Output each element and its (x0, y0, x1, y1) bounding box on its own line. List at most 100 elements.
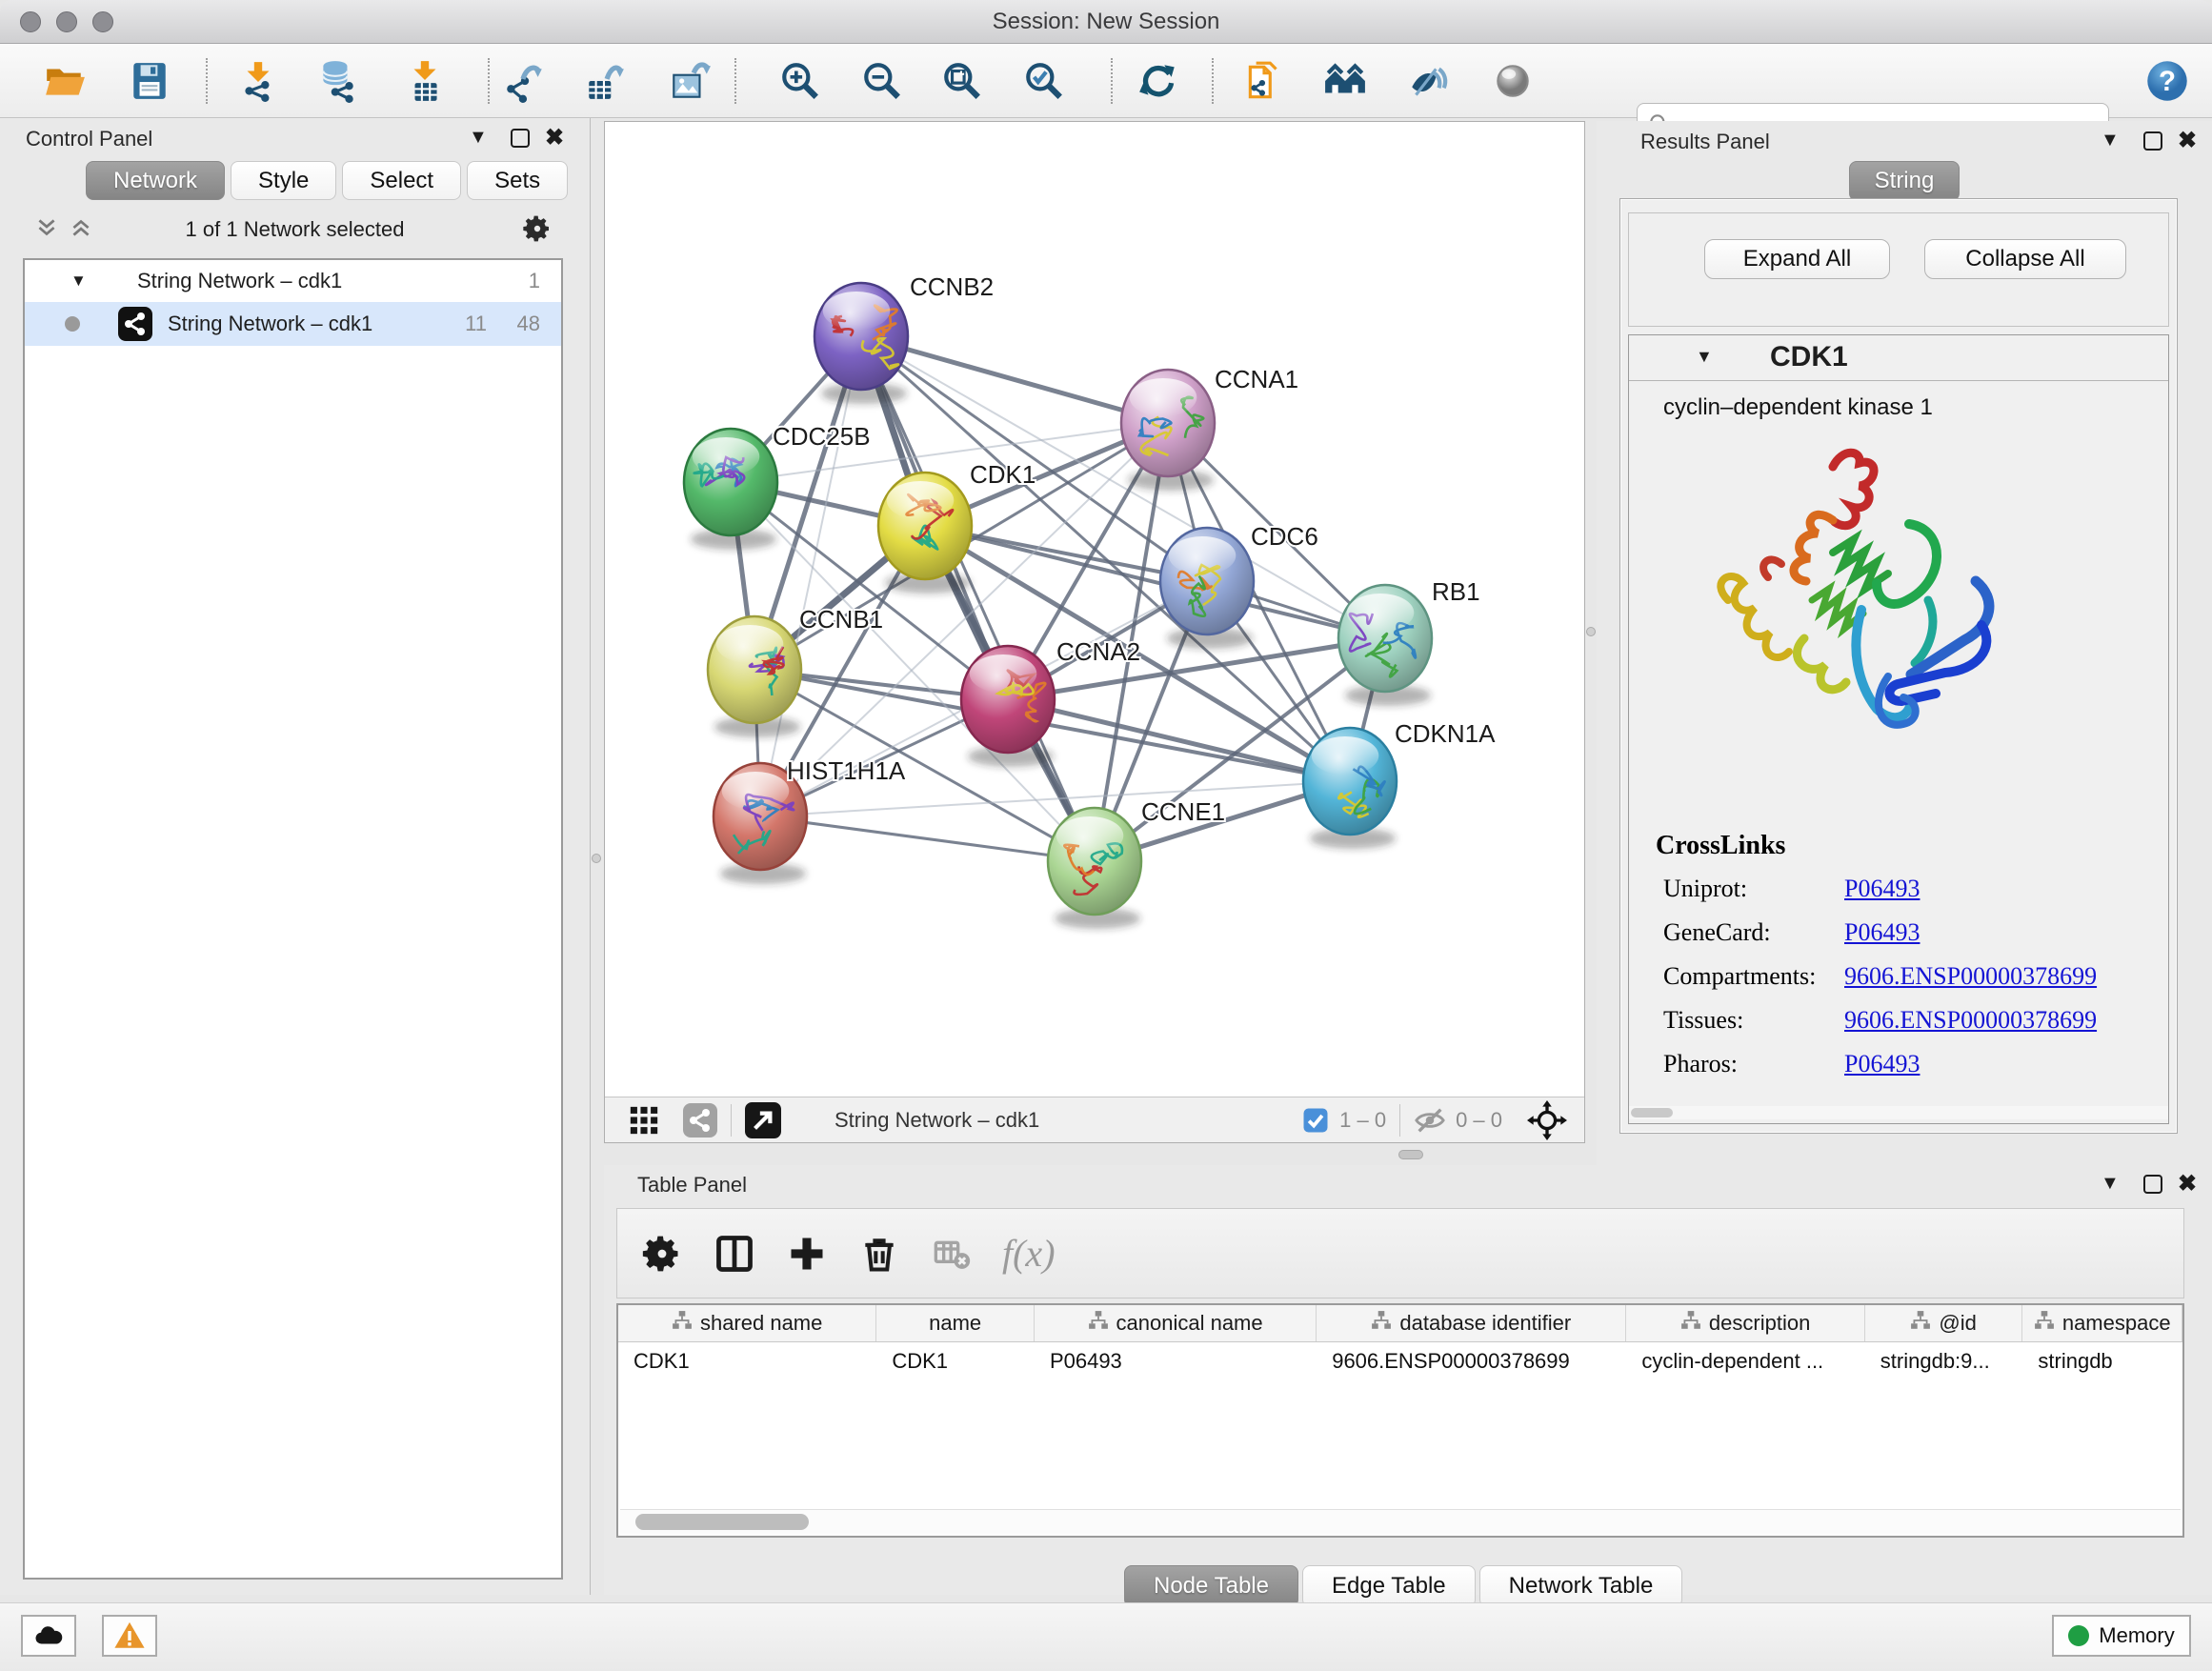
panel-close-icon[interactable]: ✖ (545, 129, 564, 148)
crosslink-row: Tissues:9606.ENSP00000378699 (1629, 1006, 2168, 1050)
column-header-shared-name[interactable]: shared name (618, 1305, 876, 1341)
network-status-dot (65, 316, 80, 332)
help-icon[interactable]: ? (2143, 57, 2191, 105)
table-column-icon (2034, 1310, 2055, 1337)
network-node-CDC6[interactable] (1160, 528, 1254, 649)
export-network-icon[interactable] (501, 57, 549, 105)
crosslink-link[interactable]: 9606.ENSP00000378699 (1844, 1006, 2097, 1035)
crosslink-link[interactable]: P06493 (1844, 918, 1920, 947)
section-collapse-icon[interactable]: ▼ (1696, 347, 1713, 367)
import-network-database-icon[interactable] (313, 57, 361, 105)
delete-column-icon[interactable] (852, 1226, 907, 1281)
panel-menu-icon[interactable]: ▼ (2101, 130, 2120, 151)
tab-network-table[interactable]: Network Table (1479, 1565, 1683, 1607)
warning-button[interactable] (102, 1615, 157, 1657)
results-hscrollbar[interactable] (1629, 1106, 2168, 1119)
network-node-CCNA1[interactable] (1121, 370, 1215, 491)
string-document-icon[interactable] (1240, 57, 1288, 105)
tab-sets[interactable]: Sets (467, 161, 568, 200)
expand-all-button[interactable]: Expand All (1704, 239, 1890, 279)
hidden-eye-icon[interactable] (1414, 1104, 1446, 1137)
panel-float-icon[interactable] (2143, 1175, 2162, 1194)
tab-node-table[interactable]: Node Table (1124, 1565, 1298, 1607)
crosslink-link[interactable]: P06493 (1844, 1050, 1920, 1078)
tab-select[interactable]: Select (342, 161, 461, 200)
network-collection-row[interactable]: ▼ String Network – cdk1 1 (25, 260, 561, 302)
tab-edge-table[interactable]: Edge Table (1302, 1565, 1476, 1607)
column-header-canonical-name[interactable]: canonical name (1035, 1305, 1317, 1341)
gene-section-header[interactable]: ▼ CDK1 (1629, 335, 2168, 381)
tab-string[interactable]: String (1849, 161, 1960, 201)
network-node-RB1[interactable] (1338, 585, 1432, 706)
splitter-grip[interactable] (1398, 1150, 1423, 1159)
import-network-file-icon[interactable] (234, 57, 282, 105)
column-header--id[interactable]: @id (1865, 1305, 2023, 1341)
export-table-icon[interactable] (581, 57, 629, 105)
table-cell[interactable]: cyclin-dependent ... (1626, 1342, 1864, 1380)
zoom-fit-icon[interactable] (938, 57, 986, 105)
panel-close-icon[interactable]: ✖ (2178, 1175, 2197, 1194)
homes-icon[interactable] (1321, 57, 1369, 105)
table-hscrollbar-thumb[interactable] (635, 1514, 809, 1530)
panel-float-icon[interactable] (2143, 131, 2162, 151)
network-node-CCNB1[interactable] (708, 616, 801, 737)
refresh-icon[interactable] (1135, 57, 1182, 105)
panel-close-icon[interactable]: ✖ (2178, 131, 2197, 151)
network-icon-gray[interactable] (683, 1103, 717, 1137)
tab-network[interactable]: Network (86, 161, 225, 200)
network-edge[interactable] (760, 336, 861, 816)
panel-float-icon[interactable] (511, 129, 530, 148)
column-header-description[interactable]: description (1626, 1305, 1864, 1341)
gene-description: cyclin–dependent kinase 1 (1629, 381, 2168, 421)
column-header-namespace[interactable]: namespace (2022, 1305, 2182, 1341)
table-settings-gear-icon[interactable] (634, 1226, 690, 1281)
table-cell[interactable]: 9606.ENSP00000378699 (1317, 1342, 1626, 1380)
table-cell[interactable]: P06493 (1035, 1342, 1317, 1380)
column-header-database-identifier[interactable]: database identifier (1317, 1305, 1626, 1341)
sphere-icon[interactable] (1489, 57, 1537, 105)
results-hscrollbar-thumb[interactable] (1631, 1108, 1673, 1117)
show-column-icon[interactable] (707, 1226, 762, 1281)
gear-icon[interactable] (522, 213, 553, 244)
network-node-CDKN1A[interactable] (1303, 728, 1397, 849)
zoom-out-icon[interactable] (858, 57, 906, 105)
network-canvas[interactable]: CCNB2CCNA1CDC25BCDK1CDC6RB1CCNB1CCNA2CDK… (605, 122, 1584, 1097)
collapse-all-button[interactable]: Collapse All (1924, 239, 2126, 279)
table-row[interactable]: CDK1CDK1P064939606.ENSP00000378699cyclin… (618, 1342, 2182, 1380)
tree-expand-icon[interactable]: ▼ (70, 272, 87, 291)
export-image-icon[interactable] (666, 57, 714, 105)
cloud-button[interactable] (21, 1615, 76, 1657)
zoom-in-icon[interactable] (776, 57, 824, 105)
network-node-CCNB2[interactable] (814, 283, 908, 404)
network-node-CDC25B[interactable] (684, 429, 777, 550)
panel-menu-icon[interactable]: ▼ (469, 127, 488, 149)
save-session-icon[interactable] (126, 57, 173, 105)
import-table-file-icon[interactable] (401, 57, 449, 105)
right-splitter-grip[interactable] (1586, 627, 1596, 636)
network-row-selected[interactable]: String Network – cdk1 11 48 (25, 302, 561, 346)
table-cell[interactable]: stringdb (2022, 1342, 2182, 1380)
memory-button[interactable]: Memory (2052, 1615, 2191, 1657)
fit-selected-icon[interactable] (1527, 1100, 1567, 1140)
left-splitter-grip[interactable] (592, 854, 601, 863)
tab-style[interactable]: Style (231, 161, 336, 200)
table-cell[interactable]: CDK1 (876, 1342, 1035, 1380)
crosslink-link[interactable]: P06493 (1844, 875, 1920, 903)
open-external-icon[interactable] (745, 1102, 781, 1138)
table-cell[interactable]: stringdb:9... (1865, 1342, 2023, 1380)
crosslink-link[interactable]: 9606.ENSP00000378699 (1844, 962, 2097, 991)
column-header-name[interactable]: name (876, 1305, 1035, 1341)
panel-menu-icon[interactable]: ▼ (2101, 1173, 2120, 1195)
add-column-icon[interactable] (779, 1226, 835, 1281)
zoom-selected-icon[interactable] (1020, 57, 1068, 105)
table-cell[interactable]: CDK1 (618, 1342, 876, 1380)
crosslink-label: GeneCard: (1663, 918, 1771, 947)
hidden-count: 0 – 0 (1456, 1108, 1502, 1133)
open-session-icon[interactable] (41, 57, 89, 105)
birds-eye-view-icon[interactable] (628, 1104, 660, 1137)
table-hscrollbar[interactable] (620, 1509, 2181, 1534)
eye-graphics-icon[interactable] (1404, 57, 1452, 105)
network-node-CCNE1[interactable] (1048, 808, 1141, 929)
selected-checkbox-icon[interactable] (1301, 1106, 1330, 1135)
network-edge[interactable] (760, 816, 1095, 861)
